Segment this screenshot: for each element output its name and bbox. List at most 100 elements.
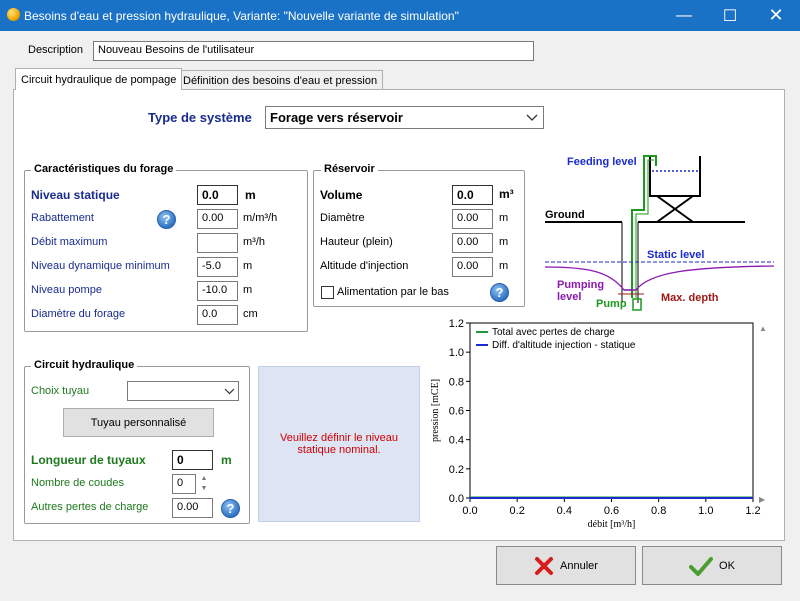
pump-text: Pump: [596, 298, 627, 310]
help-icon[interactable]: ?: [157, 210, 176, 229]
elbows-label: Nombre de coudes: [31, 477, 124, 489]
niveau-statique-unit: m: [245, 188, 256, 202]
ground-text: Ground: [545, 209, 585, 221]
rabattement-label: Rabattement: [31, 212, 94, 224]
pipe-length-unit: m: [221, 453, 232, 467]
y-axis-label: pression [mCE]: [430, 379, 441, 442]
niveau-pompe-label: Niveau pompe: [31, 284, 102, 296]
hauteur-unit: m: [499, 236, 509, 248]
elbows-input[interactable]: 0: [172, 474, 196, 494]
system-type-value: Forage vers réservoir: [270, 110, 403, 125]
max-depth-text: Max. depth: [661, 292, 719, 304]
other-losses-label: Autres pertes de charge: [31, 501, 149, 513]
x-tick-label: 1.2: [745, 505, 760, 517]
x-tick-label: 0.8: [651, 505, 666, 517]
maximize-button[interactable]: ☐: [707, 0, 753, 31]
y-tick-label: 1.2: [449, 318, 464, 330]
volume-label: Volume: [320, 188, 363, 202]
minimize-button[interactable]: —: [661, 0, 707, 31]
warning-text: Veuillez définir le niveau statique nomi…: [279, 432, 399, 456]
cancel-x-icon: [535, 556, 554, 575]
diametre-unit: m: [499, 212, 509, 224]
y-tick-label: 0.8: [449, 376, 464, 388]
y-tick-label: 1.0: [449, 347, 464, 359]
maximize-icon: ☐: [722, 7, 738, 25]
chevron-down-icon: [224, 388, 235, 395]
niveau-statique-label: Niveau statique: [31, 188, 120, 202]
scroll-right-arrow: ▶: [759, 495, 766, 504]
system-type-select[interactable]: Forage vers réservoir: [265, 106, 544, 129]
niveau-pompe-unit: m: [243, 284, 253, 296]
alimentation-checkbox[interactable]: [321, 286, 334, 299]
static-level-text: Static level: [647, 249, 704, 261]
ok-button[interactable]: OK: [642, 546, 782, 585]
chevron-down-icon: [526, 114, 538, 121]
rabattement-unit: m/m³/h: [243, 212, 278, 224]
debit-max-input[interactable]: [197, 233, 238, 253]
niveau-dynamique-input[interactable]: -5.0: [197, 257, 238, 277]
y-tick-label: 0.4: [449, 435, 464, 447]
x-axis-label: débit [m³/h]: [588, 519, 636, 530]
title-bar: Besoins d'eau et pression hydraulique, V…: [0, 0, 800, 31]
pipe-length-input[interactable]: 0: [172, 450, 213, 470]
pipe-length-label: Longueur de tuyaux: [31, 453, 146, 467]
tank-outline: [649, 156, 701, 197]
legend-label: Diff. d'altitude injection - statique: [492, 340, 636, 351]
x-tick-label: 1.0: [698, 505, 713, 517]
hauteur-label: Hauteur (plein): [320, 236, 393, 248]
cancel-label: Annuler: [560, 559, 598, 572]
niveau-dynamique-unit: m: [243, 260, 253, 272]
legend-label: Total avec pertes de charge: [492, 327, 615, 338]
other-losses-input[interactable]: 0.00: [172, 498, 213, 518]
minimize-icon: —: [676, 6, 692, 24]
checkmark-icon: [689, 556, 714, 576]
help-icon[interactable]: ?: [221, 499, 240, 518]
x-tick-label: 0.6: [604, 505, 619, 517]
pipe-choice-select[interactable]: [127, 381, 239, 401]
y-tick-label: 0.6: [449, 406, 464, 418]
scroll-up-arrow: ▲: [759, 324, 767, 333]
volume-unit: m³: [499, 187, 514, 201]
cancel-button[interactable]: Annuler: [496, 546, 636, 585]
help-icon[interactable]: ?: [490, 283, 509, 302]
window-title: Besoins d'eau et pression hydraulique, V…: [24, 9, 459, 23]
close-icon: ✕: [768, 5, 784, 25]
custom-pipe-button[interactable]: Tuyau personnalisé: [63, 408, 214, 437]
volume-input[interactable]: 0.0: [452, 185, 493, 205]
close-button[interactable]: ✕: [753, 0, 799, 31]
tab-besoins-eau[interactable]: Définition des besoins d'eau et pression: [177, 70, 384, 90]
altitude-injection-unit: m: [499, 260, 509, 272]
ok-label: OK: [719, 559, 735, 572]
altitude-injection-label: Altitude d'injection: [320, 260, 409, 272]
feeding-level-text: Feeding level: [567, 156, 637, 168]
y-tick-label: 0.0: [449, 493, 464, 505]
hauteur-input[interactable]: 0.00: [452, 233, 493, 253]
niveau-statique-input[interactable]: 0.0: [197, 185, 238, 205]
debit-max-unit: m³/h: [243, 236, 265, 248]
debit-max-label: Débit maximum: [31, 236, 108, 248]
niveau-pompe-input[interactable]: -10.0: [197, 281, 238, 301]
diametre-label: Diamètre: [320, 212, 365, 224]
rabattement-input[interactable]: 0.00: [197, 209, 238, 229]
reservoir-panel-title: Réservoir: [321, 163, 378, 175]
diametre-input[interactable]: 0.00: [452, 209, 493, 229]
borehole-diagram: Feeding level Ground Static level Pumpin…: [544, 155, 775, 311]
altitude-injection-input[interactable]: 0.00: [452, 257, 493, 277]
app-logo-icon: [7, 8, 20, 21]
niveau-dynamique-label: Niveau dynamique minimum: [31, 260, 170, 272]
circuit-panel-title: Circuit hydraulique: [31, 359, 138, 371]
elbows-spinner[interactable]: ▲ ▼: [198, 474, 210, 494]
diametre-forage-input[interactable]: 0.0: [197, 305, 238, 325]
description-input[interactable]: Nouveau Besoins de l'utilisateur: [93, 41, 534, 61]
diametre-forage-label: Diamètre du forage: [31, 308, 126, 320]
y-tick-label: 0.2: [449, 464, 464, 476]
tab-circuit-hydraulique[interactable]: Circuit hydraulique de pompage: [15, 68, 183, 90]
system-type-label: Type de système: [148, 110, 252, 125]
pressure-chart: 0.0 0.2 0.4 0.6 0.8 1.0 1.2 0.0 0.2 0.4 0.6 0.8 1.0 1…: [430, 318, 767, 530]
diametre-forage-unit: cm: [243, 308, 258, 320]
forage-panel-title: Caractéristiques du forage: [31, 163, 177, 175]
alimentation-label: Alimentation par le bas: [337, 286, 449, 298]
pipe-choice-label: Choix tuyau: [31, 385, 90, 397]
pump-icon: [632, 298, 642, 311]
x-tick-label: 0.4: [557, 505, 572, 517]
